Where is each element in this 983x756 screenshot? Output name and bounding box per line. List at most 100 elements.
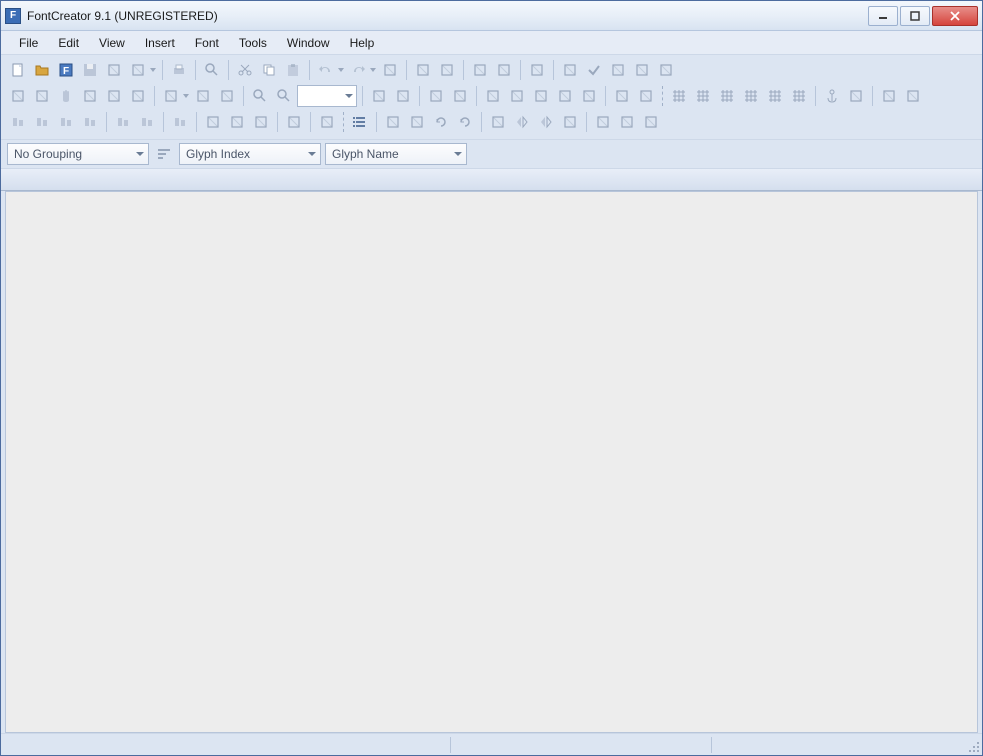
fill-shape-icon: [554, 85, 576, 107]
toolbar-separator: [196, 112, 197, 132]
font-install-icon[interactable]: F: [55, 59, 77, 81]
new-file-icon[interactable]: [7, 59, 29, 81]
rotate-right-icon: [454, 111, 476, 133]
glyph-name-label: Glyph Name: [332, 147, 399, 161]
maximize-button[interactable]: [900, 6, 930, 26]
bring-front-icon: [592, 111, 614, 133]
toolbar-separator: [195, 60, 196, 80]
image-mode-icon: [160, 85, 182, 107]
toolbar-separator: [228, 60, 229, 80]
undo-icon-dropdown: [337, 59, 345, 81]
resize-grip[interactable]: [968, 741, 980, 753]
order-icon: [640, 111, 662, 133]
redo-icon-dropdown: [369, 59, 377, 81]
list-view-icon[interactable]: [349, 111, 371, 133]
pan-hand-icon: [55, 85, 77, 107]
grid-snap-icon: [692, 85, 714, 107]
menu-font[interactable]: Font: [185, 33, 229, 53]
curves-icon: [406, 111, 428, 133]
toolbar-separator: [481, 112, 482, 132]
repeat-icon: [379, 59, 401, 81]
glyph-index-combo[interactable]: Glyph Index: [179, 143, 321, 165]
autokern-icon: [559, 59, 581, 81]
test-font-icon: [493, 59, 515, 81]
layer-icon: [611, 85, 633, 107]
rotate-left-icon: [430, 111, 452, 133]
toolbar-separator: [376, 112, 377, 132]
pen-icon: [103, 85, 125, 107]
undo-icon: [315, 59, 337, 81]
select-lasso-icon: [31, 85, 53, 107]
menu-help[interactable]: Help: [340, 33, 385, 53]
window-title: FontCreator 9.1 (UNREGISTERED): [27, 9, 866, 23]
knife-icon: [79, 85, 101, 107]
compare-icon: [469, 59, 491, 81]
glyph-properties-icon: [412, 59, 434, 81]
validate-check-icon: [583, 59, 605, 81]
toolbar-separator: [106, 112, 107, 132]
tree-icon: [878, 85, 900, 107]
close-button[interactable]: [932, 6, 978, 26]
flag-icon: [449, 85, 471, 107]
menu-window[interactable]: Window: [277, 33, 340, 53]
redo-icon: [347, 59, 369, 81]
print-icon: [168, 59, 190, 81]
content-header: [1, 169, 982, 191]
cut-icon: [234, 59, 256, 81]
glyph-index-label: Glyph Index: [186, 147, 250, 161]
open-folder-icon[interactable]: [31, 59, 53, 81]
toolbar-separator: [362, 86, 363, 106]
align-center-icon: [31, 111, 53, 133]
toolbar-area: F: [1, 55, 982, 139]
paste-icon: [282, 59, 304, 81]
chevron-down-icon: [136, 152, 144, 156]
toolbar-separator: [154, 86, 155, 106]
content-area: [5, 191, 978, 733]
chevron-down-icon: [308, 152, 316, 156]
toolbar-separator: [419, 86, 420, 106]
toolbar-separator: [872, 86, 873, 106]
metrics-icon: [436, 59, 458, 81]
menu-file[interactable]: File: [9, 33, 48, 53]
guideline-h-icon: [202, 111, 224, 133]
menu-view[interactable]: View: [89, 33, 135, 53]
toolbar-separator: [815, 86, 816, 106]
zoom-out-icon: [273, 85, 295, 107]
grid-bounds-icon: [716, 85, 738, 107]
chevron-down-icon: [345, 94, 353, 98]
send-back-icon: [616, 111, 638, 133]
contour-icon: [530, 85, 552, 107]
anchor-up-icon: [845, 85, 867, 107]
menu-tools[interactable]: Tools: [229, 33, 277, 53]
guideline-diag-icon: [250, 111, 272, 133]
toolbar-separator: [662, 86, 663, 106]
opentype-designer-icon: [631, 59, 653, 81]
anchor-icon: [821, 85, 843, 107]
menu-insert[interactable]: Insert: [135, 33, 185, 53]
save-all-icon: [103, 59, 125, 81]
layer2-icon: [635, 85, 657, 107]
save-icon: [79, 59, 101, 81]
grid-options-icon: [788, 85, 810, 107]
export-icon: [127, 59, 149, 81]
minimize-button[interactable]: [868, 6, 898, 26]
distribute-h-icon: [112, 111, 134, 133]
toolbar-separator: [586, 112, 587, 132]
svg-text:F: F: [63, 66, 69, 77]
glyph-name-combo[interactable]: Glyph Name: [325, 143, 467, 165]
select-rect-icon: [7, 85, 29, 107]
grid-prev-icon: [740, 85, 762, 107]
color-layer-icon: [216, 85, 238, 107]
grouping-combo[interactable]: No Grouping: [7, 143, 149, 165]
menu-edit[interactable]: Edit: [48, 33, 89, 53]
chain-icon: [283, 111, 305, 133]
distribute-v-icon: [136, 111, 158, 133]
titlebar: F FontCreator 9.1 (UNREGISTERED): [1, 1, 982, 31]
bearings-icon: [506, 85, 528, 107]
chevron-down-icon: [454, 152, 462, 156]
zoom-field[interactable]: [297, 85, 357, 107]
toolbar-row-1: F: [7, 57, 976, 83]
find-icon: [201, 59, 223, 81]
grid-show-icon: [668, 85, 690, 107]
statusbar: [1, 733, 982, 755]
